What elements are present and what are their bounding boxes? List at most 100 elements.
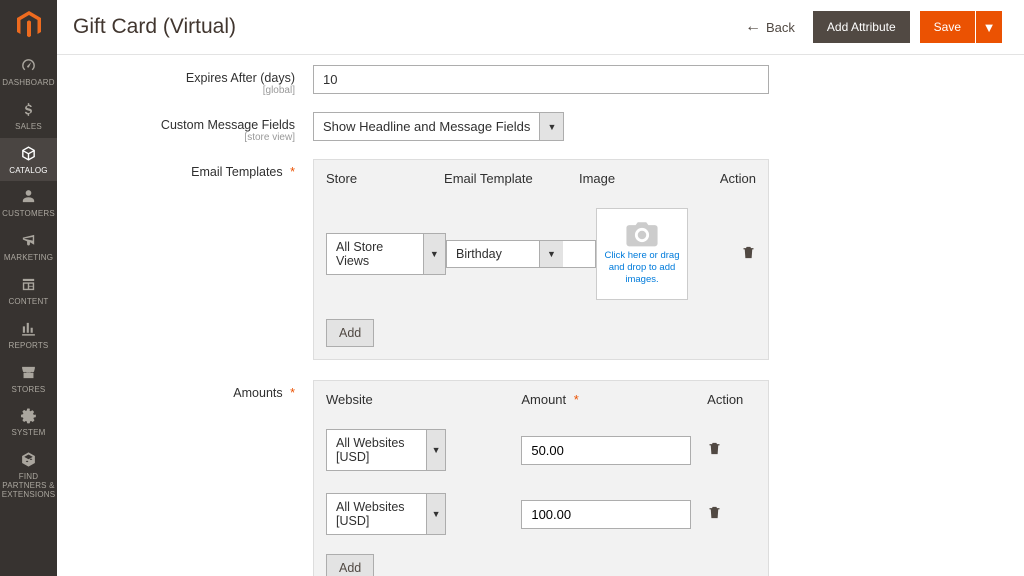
chevron-down-icon: ▼ <box>539 241 563 267</box>
person-icon <box>20 188 37 208</box>
amounts-grid: Website Amount Action All Websites [USD]… <box>313 380 769 576</box>
save-button-group: Save ▼ <box>920 11 1002 43</box>
select-value: All Websites [USD] <box>327 430 426 470</box>
back-button[interactable]: ← Back <box>745 18 795 36</box>
email-templates-grid: Store Email Template Image Action All St… <box>313 159 769 360</box>
grid-header: Store Email Template Image Action <box>314 160 768 197</box>
trash-icon <box>741 245 756 260</box>
amount-input[interactable] <box>521 500 691 529</box>
expires-input[interactable] <box>313 65 769 94</box>
nav-label: Dashboard <box>2 79 54 88</box>
select-value: Show Headline and Message Fields <box>314 113 539 140</box>
save-dropdown-button[interactable]: ▼ <box>976 11 1002 43</box>
content-icon <box>20 276 37 296</box>
label-text: Expires After (days) <box>186 71 295 85</box>
select-value: All Store Views <box>327 234 423 274</box>
nav-label: Reports <box>9 342 49 351</box>
nav-system[interactable]: System <box>0 400 57 444</box>
add-attribute-button[interactable]: Add Attribute <box>813 11 910 43</box>
grid-header: Website Amount Action <box>314 381 768 418</box>
dropzone-hint: Click here or drag and drop to add image… <box>601 250 683 286</box>
field-custom-message: Custom Message Fields [store view] Show … <box>73 112 1002 143</box>
partners-icon <box>20 451 37 471</box>
field-amounts: Amounts Website Amount Action All Websit… <box>73 380 1002 576</box>
col-store: Store <box>326 171 444 186</box>
select-value: All Websites [USD] <box>327 494 426 534</box>
template-select[interactable]: Birthday ▼ <box>446 240 596 268</box>
custom-message-select[interactable]: Show Headline and Message Fields ▼ <box>313 112 564 141</box>
trash-icon <box>707 441 722 456</box>
amount-input[interactable] <box>521 436 691 465</box>
gear-icon <box>20 407 37 427</box>
chevron-down-icon: ▼ <box>426 494 445 534</box>
add-template-button[interactable]: Add <box>326 319 374 347</box>
arrow-left-icon: ← <box>745 18 761 36</box>
megaphone-icon <box>20 232 37 252</box>
form-area: Expires After (days) [global] Custom Mes… <box>57 55 1024 576</box>
nav-sales[interactable]: Sales <box>0 94 57 138</box>
page-title: Gift Card (Virtual) <box>73 15 745 39</box>
nav-reports[interactable]: Reports <box>0 313 57 357</box>
nav-stores[interactable]: Stores <box>0 357 57 401</box>
camera-icon <box>625 222 659 248</box>
dashboard-icon <box>20 57 37 77</box>
grid-row: All Websites [USD] ▼ <box>314 482 768 546</box>
select-value: Birthday <box>447 241 539 267</box>
required-star <box>570 392 579 407</box>
field-label: Amounts <box>73 380 313 576</box>
page-header: Gift Card (Virtual) ← Back Add Attribute… <box>57 0 1024 55</box>
label-text: Email Templates <box>191 165 282 179</box>
chevron-down-icon: ▼ <box>423 234 445 274</box>
cube-icon <box>20 145 37 165</box>
delete-button[interactable] <box>707 508 722 523</box>
dollar-icon <box>20 101 37 121</box>
scope-text: [global] <box>73 85 295 96</box>
nav-marketing[interactable]: Marketing <box>0 225 57 269</box>
delete-button[interactable] <box>707 444 722 459</box>
website-select[interactable]: All Websites [USD] ▼ <box>326 493 446 535</box>
col-action: Action <box>714 171 756 186</box>
image-dropzone[interactable]: Click here or drag and drop to add image… <box>596 208 688 300</box>
website-select[interactable]: All Websites [USD] ▼ <box>326 429 446 471</box>
col-action: Action <box>707 392 756 407</box>
nav-partners[interactable]: Find Partners & Extensions <box>0 444 57 505</box>
nav-dashboard[interactable]: Dashboard <box>0 50 57 94</box>
nav-label: Catalog <box>9 167 47 176</box>
label-text: Amounts <box>233 386 282 400</box>
add-amount-button[interactable]: Add <box>326 554 374 576</box>
col-template: Email Template <box>444 171 579 186</box>
field-label: Email Templates <box>73 159 313 360</box>
save-button[interactable]: Save <box>920 11 975 43</box>
col-amount: Amount <box>521 392 697 407</box>
nav-customers[interactable]: Customers <box>0 181 57 225</box>
chevron-down-icon: ▼ <box>539 113 563 140</box>
label-text: Custom Message Fields <box>161 118 295 132</box>
scope-text: [store view] <box>73 132 295 143</box>
admin-sidebar: Dashboard Sales Catalog Customers Market… <box>0 0 57 576</box>
bars-icon <box>20 320 37 340</box>
field-label: Custom Message Fields [store view] <box>73 112 313 143</box>
back-label: Back <box>766 20 795 35</box>
field-expires-after: Expires After (days) [global] <box>73 65 1002 96</box>
col-website: Website <box>326 392 521 407</box>
nav-label: Customers <box>2 210 55 219</box>
grid-row: All Websites [USD] ▼ <box>314 418 768 482</box>
nav-content[interactable]: Content <box>0 269 57 313</box>
trash-icon <box>707 505 722 520</box>
nav-label: Content <box>8 298 48 307</box>
chevron-down-icon: ▼ <box>426 430 445 470</box>
delete-button[interactable] <box>741 248 756 263</box>
field-email-templates: Email Templates Store Email Template Ima… <box>73 159 1002 360</box>
magento-logo[interactable] <box>0 0 57 50</box>
nav-label: Find Partners & Extensions <box>2 473 56 499</box>
nav-label: System <box>11 429 45 438</box>
main-content: Gift Card (Virtual) ← Back Add Attribute… <box>57 0 1024 576</box>
nav-label: Marketing <box>4 254 53 263</box>
col-image: Image <box>579 171 714 186</box>
nav-label: Stores <box>12 386 46 395</box>
store-icon <box>20 364 37 384</box>
nav-catalog[interactable]: Catalog <box>0 138 57 182</box>
store-select[interactable]: All Store Views ▼ <box>326 233 446 275</box>
field-label: Expires After (days) [global] <box>73 65 313 96</box>
grid-row: All Store Views ▼ Birthday ▼ <box>314 197 768 311</box>
